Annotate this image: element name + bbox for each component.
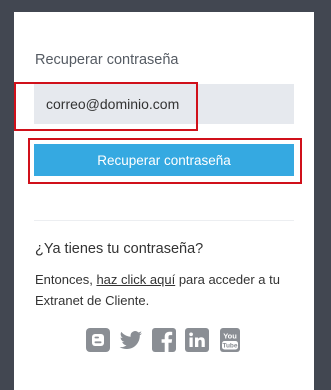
youtube-icon[interactable]: You Tube — [218, 328, 242, 352]
email-field[interactable] — [34, 84, 294, 124]
linkedin-icon[interactable] — [185, 328, 209, 352]
login-info-text: Entonces, haz click aquí para acceder a … — [35, 269, 297, 311]
form-title: Recuperar contraseña — [35, 52, 179, 68]
twitter-icon[interactable] — [119, 328, 143, 352]
facebook-icon[interactable] — [152, 328, 176, 352]
info-text-before: Entonces, — [35, 272, 97, 287]
login-question: ¿Ya tienes tu contraseña? — [35, 241, 204, 257]
password-recovery-card: Recuperar contraseña Recuperar contraseñ… — [14, 12, 314, 390]
click-here-link[interactable]: haz click aquí — [96, 272, 175, 287]
svg-text:You: You — [223, 332, 237, 341]
svg-text:Tube: Tube — [222, 343, 237, 350]
divider — [34, 220, 294, 221]
social-links: You Tube — [86, 328, 242, 352]
blogger-icon[interactable] — [86, 328, 110, 352]
recover-password-button[interactable]: Recuperar contraseña — [34, 144, 294, 176]
